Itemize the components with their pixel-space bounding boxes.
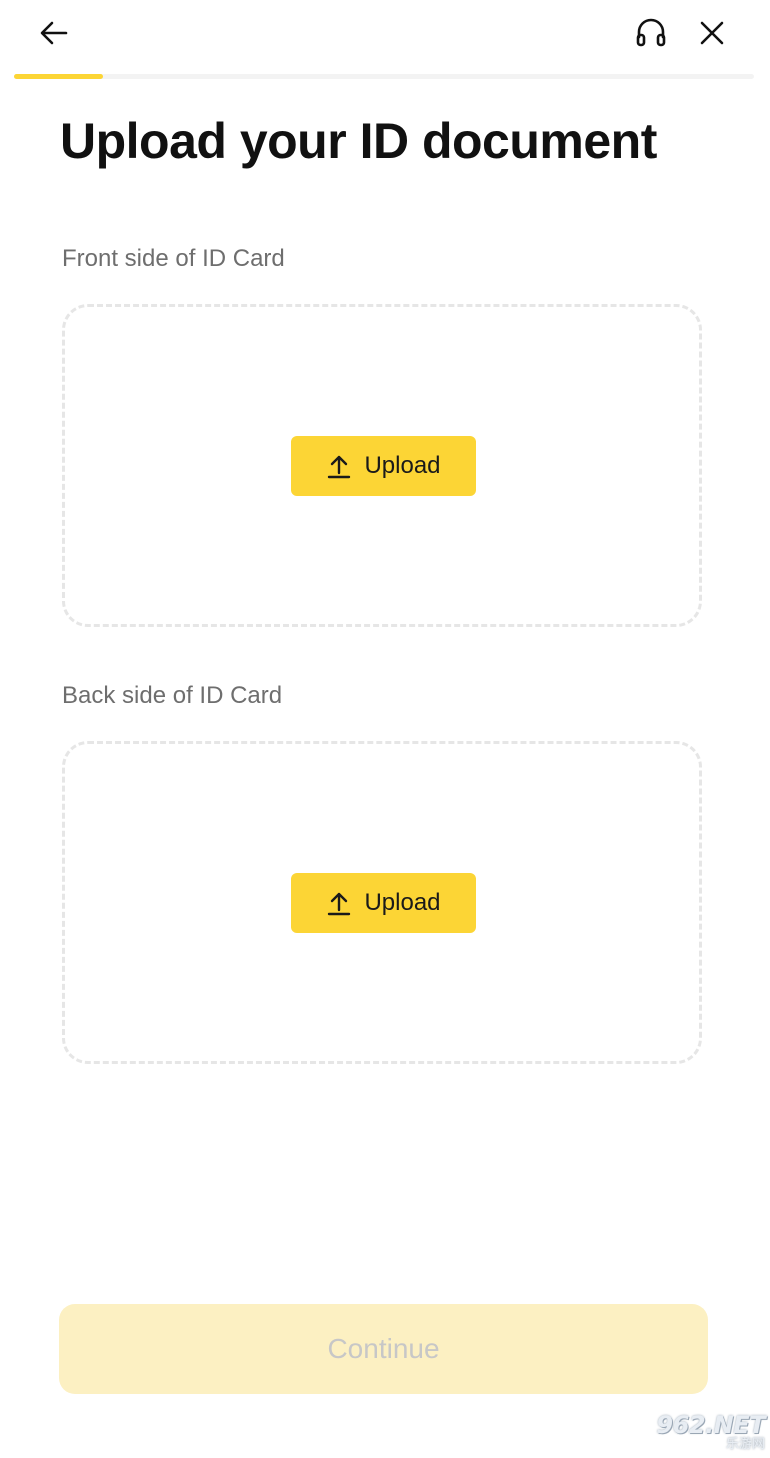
- headset-icon: [634, 16, 668, 55]
- watermark-logo: 962.NET 乐游网: [631, 1412, 765, 1452]
- upload-label: Upload: [364, 889, 441, 916]
- back-side-label: Back side of ID Card: [62, 682, 283, 709]
- arrow-left-icon: [38, 17, 70, 54]
- watermark-main: 962.NET: [656, 1411, 765, 1439]
- progress-fill: [14, 74, 103, 79]
- back-button[interactable]: [32, 13, 76, 57]
- front-upload-button[interactable]: Upload: [291, 436, 476, 496]
- continue-label: Continue: [327, 1333, 440, 1364]
- top-bar: [0, 0, 770, 72]
- upload-arrow-icon: [326, 453, 352, 479]
- front-side-label: Front side of ID Card: [62, 245, 285, 272]
- close-icon: [697, 18, 727, 53]
- continue-button[interactable]: Continue: [59, 1304, 708, 1394]
- close-button[interactable]: [690, 13, 734, 57]
- watermark-sub: 乐游网: [725, 1437, 765, 1452]
- page-title: Upload your ID document: [60, 113, 657, 169]
- upload-label: Upload: [364, 452, 441, 479]
- back-side-dropzone[interactable]: Upload: [62, 741, 702, 1064]
- support-button[interactable]: [629, 13, 673, 57]
- front-side-dropzone[interactable]: Upload: [62, 304, 702, 627]
- back-upload-button[interactable]: Upload: [291, 873, 476, 933]
- upload-arrow-icon: [326, 890, 352, 916]
- progress-bar: [14, 74, 754, 79]
